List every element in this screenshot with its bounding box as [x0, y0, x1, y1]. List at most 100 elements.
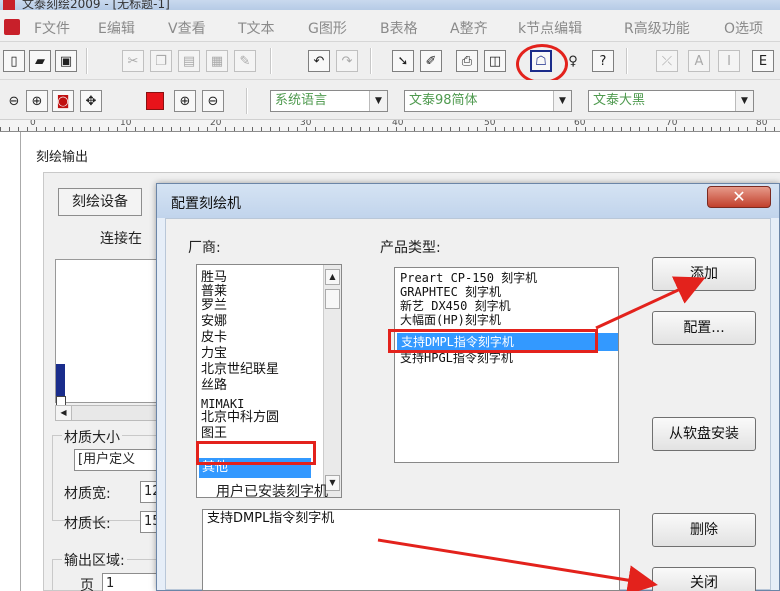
dialog-title: 配置刻绘机	[171, 196, 241, 212]
menu-table[interactable]: B表格	[380, 18, 418, 38]
zoom-fit-icon[interactable]: ⊕	[174, 90, 196, 112]
list-item[interactable]: Preart CP-150 刻字机	[400, 272, 537, 285]
open-folder-icon[interactable]: ▰	[29, 50, 51, 72]
app-title-bar: 文泰刻绘2009 - [无标题-1]	[0, 0, 780, 10]
frame-text-icon[interactable]: A	[688, 50, 710, 72]
menu-node-edit[interactable]: k节点编辑	[518, 18, 582, 38]
list-item[interactable]: MIMAKI	[201, 397, 244, 411]
format-brush-icon[interactable]: ✎	[234, 50, 256, 72]
chevron-down-icon[interactable]: ▼	[735, 91, 753, 111]
list-item[interactable]: 图王	[201, 427, 227, 441]
scroll-up-icon[interactable]: ▲	[325, 269, 340, 285]
preview-scrollbar[interactable]: ◀	[55, 405, 163, 421]
close-icon[interactable]: ✕	[707, 186, 771, 208]
annotation-circle	[516, 44, 568, 84]
output-area-label: 输出区域:	[62, 550, 127, 570]
save-icon[interactable]: ▣	[55, 50, 77, 72]
delete-button[interactable]: 删除	[652, 513, 756, 547]
install-from-floppy-button[interactable]: 从软盘安装	[652, 417, 756, 451]
new-file-icon[interactable]: ▯	[3, 50, 25, 72]
menu-options[interactable]: O选项	[724, 18, 763, 38]
print-icon[interactable]: ⎙	[456, 50, 478, 72]
app-menu-icon[interactable]	[4, 19, 20, 35]
configure-button[interactable]: 配置...	[652, 311, 756, 345]
font-select-2-value: 文泰大黑	[593, 93, 646, 108]
chevron-down-icon[interactable]: ▼	[369, 91, 387, 111]
app-logo-icon	[3, 0, 15, 10]
mirror-icon[interactable]: ⤫	[656, 50, 678, 72]
dialog-title-bar: 配置刻绘机 ✕	[157, 184, 779, 218]
ruler-label: 40	[392, 120, 404, 128]
list-item[interactable]: 支持HPGL指令刻字机	[400, 352, 513, 365]
ruler-label: 80	[756, 120, 768, 128]
list-item[interactable]: 力宝	[201, 347, 227, 361]
menu-view[interactable]: V查看	[168, 18, 206, 38]
vendor-label: 厂商:	[188, 240, 221, 256]
italic-icon[interactable]: I	[718, 50, 740, 72]
menu-graphics[interactable]: G图形	[308, 18, 347, 38]
zoom-out-icon[interactable]: ⊖	[3, 90, 25, 112]
edit-text-icon[interactable]: ✐	[420, 50, 442, 72]
menu-align[interactable]: A整齐	[450, 18, 488, 38]
close-button[interactable]: 关闭	[652, 567, 756, 591]
menu-edit[interactable]: E编辑	[98, 18, 135, 38]
font-select-2[interactable]: 文泰大黑 ▼	[588, 90, 754, 112]
configure-plotter-dialog: 配置刻绘机 ✕ 厂商: 胜马 普莱 罗兰 安娜 皮卡 力宝 北京世纪联星 丝路 …	[156, 183, 780, 591]
material-width-label: 材质宽:	[64, 486, 111, 502]
list-item[interactable]: 北京中科方圆	[201, 411, 279, 425]
list-item[interactable]: 大幅面(HP)刻字机	[400, 314, 501, 327]
zoom-select-icon[interactable]: ◙	[52, 90, 74, 112]
scroll-thumb[interactable]	[325, 289, 340, 309]
plot-output-title: 刻绘输出	[36, 150, 89, 165]
vendor-scrollbar[interactable]: ▲ ▼	[323, 265, 341, 497]
menu-file[interactable]: F文件	[34, 18, 70, 38]
list-item[interactable]: 新艺 DX450 刻字机	[400, 300, 511, 313]
language-select-value: 系统语言	[275, 93, 328, 108]
list-item[interactable]: 支持DMPL指令刻字机	[207, 512, 334, 526]
installed-plotters-list[interactable]: 支持DMPL指令刻字机	[202, 509, 620, 591]
menu-text[interactable]: T文本	[238, 18, 275, 38]
paste-icon[interactable]: ▤	[178, 50, 200, 72]
language-select[interactable]: 系统语言 ▼	[270, 90, 388, 112]
plot-device-button[interactable]: 刻绘设备	[58, 188, 142, 216]
list-item[interactable]: 皮卡	[201, 331, 227, 345]
output-preview	[55, 259, 163, 406]
redo-icon[interactable]: ↷	[336, 50, 358, 72]
annotation-box-product	[388, 329, 598, 353]
ruler-label: 20	[210, 120, 222, 128]
list-item[interactable]: 胜马	[201, 271, 227, 285]
ruler-label: 30	[300, 120, 312, 128]
scroll-left-icon[interactable]: ◀	[56, 406, 72, 420]
page-label: 页	[80, 578, 94, 591]
horizontal-ruler: 0 10 20 30 40 50 60 70 80	[0, 120, 780, 132]
list-item[interactable]: 普莱	[201, 285, 227, 299]
paste-special-icon[interactable]: ▦	[206, 50, 228, 72]
font-select[interactable]: 文泰98简体 ▼	[404, 90, 572, 112]
product-type-list[interactable]: Preart CP-150 刻字机 GRAPHTEC 刻字机 新艺 DX450 …	[394, 267, 619, 463]
pan-icon[interactable]: ✥	[80, 90, 102, 112]
ruler-label: 10	[120, 120, 132, 128]
list-item[interactable]: 安娜	[201, 315, 227, 329]
undo-icon[interactable]: ↶	[308, 50, 330, 72]
product-type-label: 产品类型:	[380, 240, 441, 256]
help-icon[interactable]: ?	[592, 50, 614, 72]
cut-icon[interactable]: ✂	[122, 50, 144, 72]
annotation-box-vendor	[196, 441, 316, 465]
dialog-body: 厂商: 胜马 普莱 罗兰 安娜 皮卡 力宝 北京世纪联星 丝路 MIMAKI 北…	[165, 218, 771, 591]
vertical-text-icon[interactable]: E	[752, 50, 774, 72]
color-swatch-icon[interactable]	[146, 92, 164, 110]
zoom-in-icon[interactable]: ⊕	[26, 90, 48, 112]
list-item[interactable]: 罗兰	[201, 299, 227, 313]
add-button[interactable]: 添加	[652, 257, 756, 291]
import-icon[interactable]: ➘	[392, 50, 414, 72]
print-preview-icon[interactable]: ◫	[484, 50, 506, 72]
menu-advanced[interactable]: R高级功能	[624, 18, 690, 38]
list-item[interactable]: 丝路	[201, 379, 227, 393]
list-item[interactable]: 北京世纪联星	[201, 363, 279, 377]
ruler-label: 50	[484, 120, 496, 128]
main-toolbar: ▯ ▰ ▣ ✂ ❐ ▤ ▦ ✎ ↶ ↷ ➘ ✐ ⎙ ◫ ☖ ♀ ? ⤫ A I …	[0, 42, 780, 80]
copy-icon[interactable]: ❐	[150, 50, 172, 72]
chevron-down-icon[interactable]: ▼	[553, 91, 571, 111]
zoom-page-icon[interactable]: ⊖	[202, 90, 224, 112]
list-item[interactable]: GRAPHTEC 刻字机	[400, 286, 501, 299]
